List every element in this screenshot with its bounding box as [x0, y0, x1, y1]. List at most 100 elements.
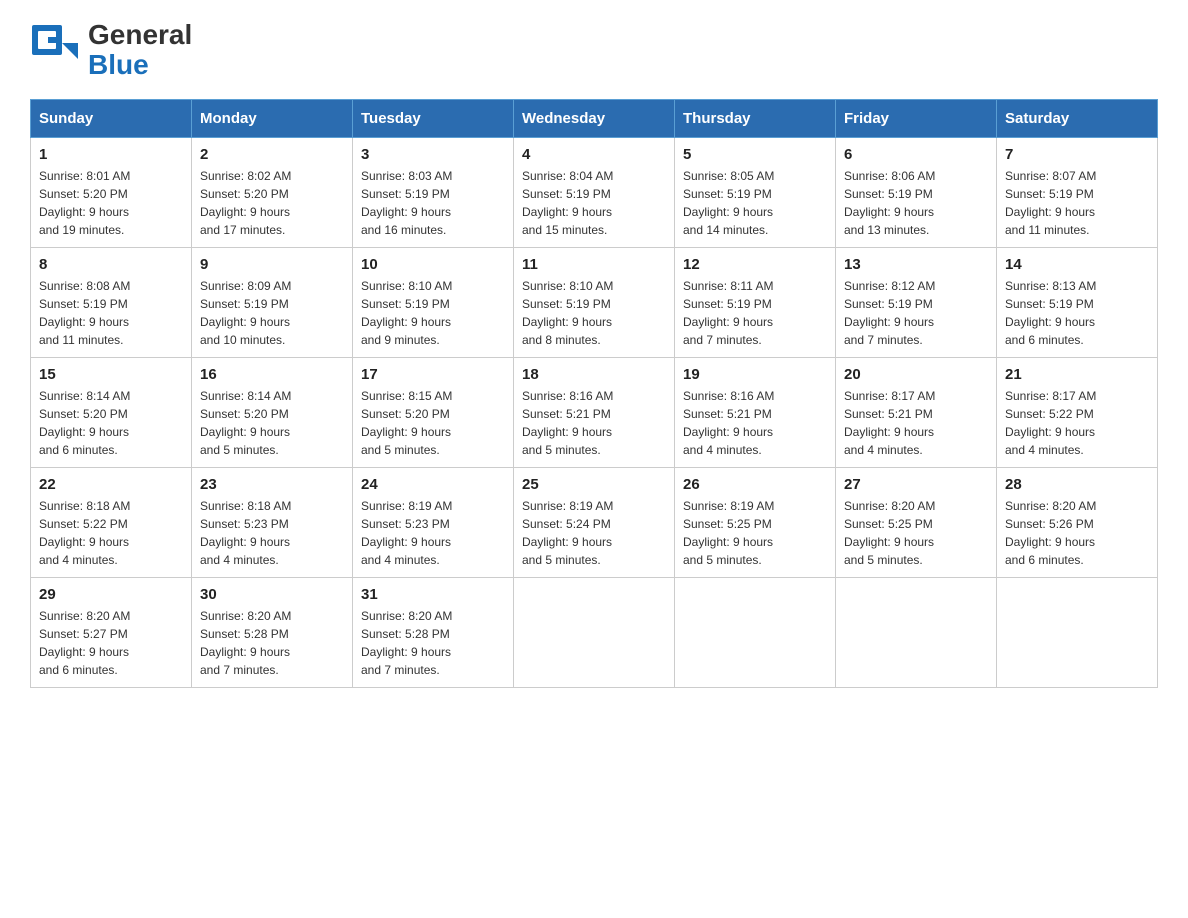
day-number: 19	[683, 366, 827, 383]
day-info: Sunrise: 8:18 AMSunset: 5:22 PMDaylight:…	[39, 497, 183, 569]
calendar-cell: 4 Sunrise: 8:04 AMSunset: 5:19 PMDaylight…	[514, 137, 675, 247]
day-info: Sunrise: 8:13 AMSunset: 5:19 PMDaylight:…	[1005, 277, 1149, 349]
day-number: 12	[683, 256, 827, 273]
calendar-cell: 27 Sunrise: 8:20 AMSunset: 5:25 PMDayligh…	[836, 467, 997, 577]
calendar-cell: 13 Sunrise: 8:12 AMSunset: 5:19 PMDayligh…	[836, 247, 997, 357]
day-number: 3	[361, 146, 505, 163]
day-info: Sunrise: 8:16 AMSunset: 5:21 PMDaylight:…	[522, 387, 666, 459]
day-info: Sunrise: 8:03 AMSunset: 5:19 PMDaylight:…	[361, 167, 505, 239]
calendar-cell: 26Sunrise: 8:19 AMSunset: 5:25 PMDayligh…	[675, 467, 836, 577]
day-info: Sunrise: 8:17 AMSunset: 5:21 PMDaylight:…	[844, 387, 988, 459]
calendar-table: SundayMondayTuesdayWednesdayThursdayFrid…	[30, 99, 1158, 688]
day-number: 1	[39, 146, 183, 163]
logo-blue: Blue	[88, 51, 192, 79]
calendar-header-row: SundayMondayTuesdayWednesdayThursdayFrid…	[31, 99, 1158, 137]
day-info: Sunrise: 8:14 AMSunset: 5:20 PMDaylight:…	[39, 387, 183, 459]
day-info: Sunrise: 8:20 AMSunset: 5:25 PMDaylight:…	[844, 497, 988, 569]
day-info: Sunrise: 8:16 AMSunset: 5:21 PMDaylight:…	[683, 387, 827, 459]
day-number: 7	[1005, 146, 1149, 163]
calendar-cell	[836, 577, 997, 687]
calendar-cell: 10 Sunrise: 8:10 AMSunset: 5:19 PMDayligh…	[353, 247, 514, 357]
calendar-cell: 3 Sunrise: 8:03 AMSunset: 5:19 PMDaylight…	[353, 137, 514, 247]
day-number: 25	[522, 476, 666, 493]
column-header-tuesday: Tuesday	[353, 99, 514, 137]
day-info: Sunrise: 8:17 AMSunset: 5:22 PMDaylight:…	[1005, 387, 1149, 459]
day-info: Sunrise: 8:10 AMSunset: 5:19 PMDaylight:…	[361, 277, 505, 349]
calendar-cell: 8 Sunrise: 8:08 AMSunset: 5:19 PMDaylight…	[31, 247, 192, 357]
day-number: 10	[361, 256, 505, 273]
day-number: 20	[844, 366, 988, 383]
calendar-week-row: 1Sunrise: 8:01 AMSunset: 5:20 PMDaylight…	[31, 137, 1158, 247]
day-number: 22	[39, 476, 183, 493]
logo-icon	[30, 23, 82, 75]
calendar-cell: 9 Sunrise: 8:09 AMSunset: 5:19 PMDaylight…	[192, 247, 353, 357]
logo: General Blue	[30, 20, 192, 79]
calendar-cell: 11Sunrise: 8:10 AMSunset: 5:19 PMDayligh…	[514, 247, 675, 357]
calendar-week-row: 22 Sunrise: 8:18 AMSunset: 5:22 PMDayligh…	[31, 467, 1158, 577]
calendar-cell: 1Sunrise: 8:01 AMSunset: 5:20 PMDaylight…	[31, 137, 192, 247]
day-number: 23	[200, 476, 344, 493]
day-number: 29	[39, 586, 183, 603]
calendar-cell: 12 Sunrise: 8:11 AMSunset: 5:19 PMDayligh…	[675, 247, 836, 357]
day-number: 6	[844, 146, 988, 163]
day-number: 4	[522, 146, 666, 163]
calendar-cell: 17 Sunrise: 8:15 AMSunset: 5:20 PMDayligh…	[353, 357, 514, 467]
page-header: General Blue	[30, 20, 1158, 79]
calendar-cell: 21Sunrise: 8:17 AMSunset: 5:22 PMDayligh…	[997, 357, 1158, 467]
day-number: 14	[1005, 256, 1149, 273]
day-info: Sunrise: 8:08 AMSunset: 5:19 PMDaylight:…	[39, 277, 183, 349]
day-info: Sunrise: 8:14 AMSunset: 5:20 PMDaylight:…	[200, 387, 344, 459]
day-info: Sunrise: 8:18 AMSunset: 5:23 PMDaylight:…	[200, 497, 344, 569]
day-number: 8	[39, 256, 183, 273]
day-info: Sunrise: 8:20 AMSunset: 5:28 PMDaylight:…	[200, 607, 344, 679]
column-header-wednesday: Wednesday	[514, 99, 675, 137]
day-number: 17	[361, 366, 505, 383]
calendar-cell: 16 Sunrise: 8:14 AMSunset: 5:20 PMDayligh…	[192, 357, 353, 467]
day-number: 16	[200, 366, 344, 383]
calendar-cell: 19 Sunrise: 8:16 AMSunset: 5:21 PMDayligh…	[675, 357, 836, 467]
day-info: Sunrise: 8:07 AMSunset: 5:19 PMDaylight:…	[1005, 167, 1149, 239]
day-number: 28	[1005, 476, 1149, 493]
column-header-friday: Friday	[836, 99, 997, 137]
day-info: Sunrise: 8:15 AMSunset: 5:20 PMDaylight:…	[361, 387, 505, 459]
column-header-saturday: Saturday	[997, 99, 1158, 137]
day-info: Sunrise: 8:12 AMSunset: 5:19 PMDaylight:…	[844, 277, 988, 349]
day-info: Sunrise: 8:20 AMSunset: 5:28 PMDaylight:…	[361, 607, 505, 679]
day-info: Sunrise: 8:20 AMSunset: 5:26 PMDaylight:…	[1005, 497, 1149, 569]
day-number: 31	[361, 586, 505, 603]
day-info: Sunrise: 8:19 AMSunset: 5:25 PMDaylight:…	[683, 497, 827, 569]
day-number: 30	[200, 586, 344, 603]
calendar-cell	[675, 577, 836, 687]
day-info: Sunrise: 8:09 AMSunset: 5:19 PMDaylight:…	[200, 277, 344, 349]
calendar-cell: 6Sunrise: 8:06 AMSunset: 5:19 PMDaylight…	[836, 137, 997, 247]
calendar-cell: 15 Sunrise: 8:14 AMSunset: 5:20 PMDayligh…	[31, 357, 192, 467]
day-info: Sunrise: 8:05 AMSunset: 5:19 PMDaylight:…	[683, 167, 827, 239]
calendar-cell: 23 Sunrise: 8:18 AMSunset: 5:23 PMDayligh…	[192, 467, 353, 577]
day-number: 2	[200, 146, 344, 163]
calendar-cell: 24 Sunrise: 8:19 AMSunset: 5:23 PMDayligh…	[353, 467, 514, 577]
day-info: Sunrise: 8:11 AMSunset: 5:19 PMDaylight:…	[683, 277, 827, 349]
column-header-sunday: Sunday	[31, 99, 192, 137]
day-info: Sunrise: 8:19 AMSunset: 5:23 PMDaylight:…	[361, 497, 505, 569]
calendar-week-row: 29Sunrise: 8:20 AMSunset: 5:27 PMDayligh…	[31, 577, 1158, 687]
day-info: Sunrise: 8:19 AMSunset: 5:24 PMDaylight:…	[522, 497, 666, 569]
day-number: 13	[844, 256, 988, 273]
day-number: 15	[39, 366, 183, 383]
logo-general: General	[88, 20, 192, 51]
calendar-week-row: 15 Sunrise: 8:14 AMSunset: 5:20 PMDayligh…	[31, 357, 1158, 467]
column-header-thursday: Thursday	[675, 99, 836, 137]
day-number: 27	[844, 476, 988, 493]
column-header-monday: Monday	[192, 99, 353, 137]
day-number: 9	[200, 256, 344, 273]
calendar-cell: 7 Sunrise: 8:07 AMSunset: 5:19 PMDaylight…	[997, 137, 1158, 247]
calendar-cell	[997, 577, 1158, 687]
calendar-cell	[514, 577, 675, 687]
calendar-cell: 25 Sunrise: 8:19 AMSunset: 5:24 PMDayligh…	[514, 467, 675, 577]
day-number: 24	[361, 476, 505, 493]
day-info: Sunrise: 8:04 AMSunset: 5:19 PMDaylight:…	[522, 167, 666, 239]
calendar-cell: 29Sunrise: 8:20 AMSunset: 5:27 PMDayligh…	[31, 577, 192, 687]
day-number: 11	[522, 256, 666, 273]
calendar-cell: 5Sunrise: 8:05 AMSunset: 5:19 PMDaylight…	[675, 137, 836, 247]
day-number: 18	[522, 366, 666, 383]
calendar-cell: 14 Sunrise: 8:13 AMSunset: 5:19 PMDayligh…	[997, 247, 1158, 357]
